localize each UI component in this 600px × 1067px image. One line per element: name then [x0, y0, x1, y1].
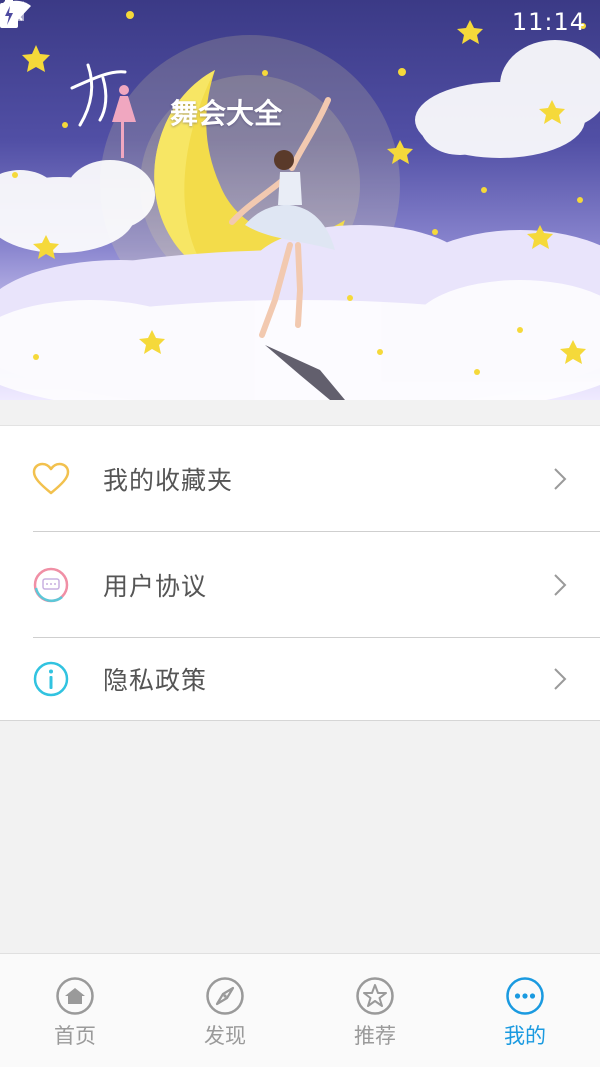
settings-menu: 我的收藏夹 用户协议 隐私政策 — [0, 425, 600, 721]
chevron-right-icon — [554, 468, 567, 490]
chevron-right-icon — [554, 574, 567, 596]
menu-item-label: 我的收藏夹 — [103, 466, 234, 495]
nav-label: 发现 — [204, 1024, 246, 1048]
nav-item-discover[interactable]: 发现 — [150, 954, 300, 1067]
nav-item-recommend[interactable]: 推荐 — [300, 954, 450, 1067]
menu-item-favorites[interactable]: 我的收藏夹 — [0, 426, 600, 532]
info-icon — [32, 660, 70, 698]
header-banner: 11:14 舞会大全 — [0, 0, 600, 400]
menu-item-label: 用户协议 — [103, 572, 208, 601]
menu-item-privacy-policy[interactable]: 隐私政策 — [0, 638, 600, 720]
chat-bubble-icon — [32, 566, 70, 604]
nav-label: 首页 — [54, 1024, 96, 1048]
app-title: 舞会大全 — [170, 97, 283, 130]
bottom-nav: 首页 发现 推荐 我的 — [0, 953, 600, 1067]
battery-charging-icon — [0, 0, 18, 28]
banner-illustration — [0, 11, 600, 400]
nav-label: 我的 — [504, 1024, 546, 1048]
more-icon — [506, 977, 544, 1015]
nav-label: 推荐 — [354, 1024, 396, 1048]
heart-icon — [32, 460, 70, 498]
nav-item-mine[interactable]: 我的 — [450, 954, 600, 1067]
status-bar: 11:14 — [0, 0, 600, 44]
home-icon — [56, 977, 94, 1015]
menu-item-user-agreement[interactable]: 用户协议 — [0, 532, 600, 638]
status-time: 11:14 — [511, 8, 586, 36]
chevron-right-icon — [554, 668, 567, 690]
star-icon — [356, 977, 394, 1015]
menu-item-label: 隐私政策 — [103, 666, 208, 695]
nav-item-home[interactable]: 首页 — [0, 954, 150, 1067]
compass-icon — [206, 977, 244, 1015]
